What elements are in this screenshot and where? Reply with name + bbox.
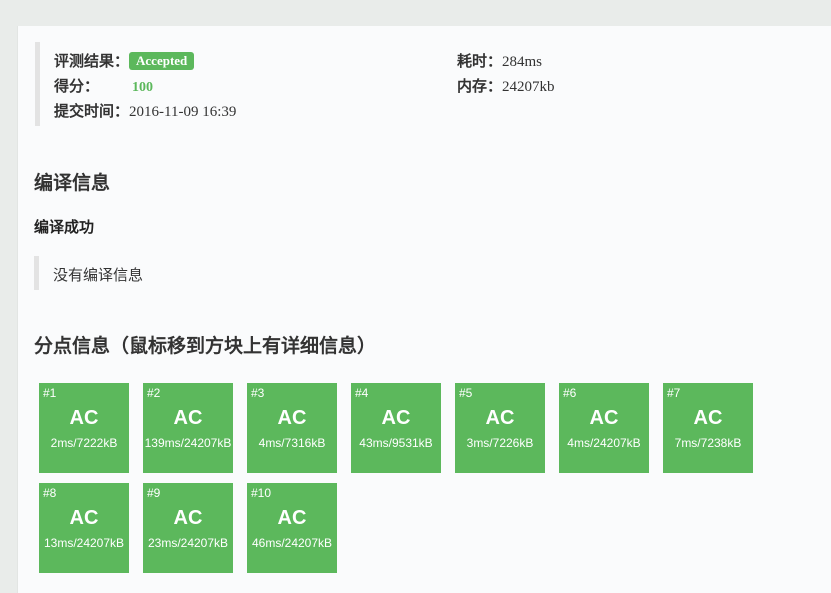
subtask-detail: 43ms/9531kB [359,436,433,450]
subtask-tile[interactable]: #3 AC 4ms/7316kB [247,383,337,473]
subtask-tile[interactable]: #7 AC 7ms/7238kB [663,383,753,473]
compile-message: 没有编译信息 [53,268,144,284]
result-label: 评测结果： [54,54,130,70]
subtask-result: AC [69,507,99,529]
subtasks-heading: 分点信息（鼠标移到方块上有详细信息） [34,336,377,357]
subtask-tile[interactable]: #6 AC 4ms/24207kB [559,383,649,473]
time-value: 284ms [502,54,543,70]
subtask-index: #5 [459,386,473,400]
subtask-grid: #1 AC 2ms/7222kB #2 AC 139ms/24207kB #3 AC 4ms/7… [39,383,779,583]
subtask-tile[interactable]: #5 AC 3ms/7226kB [455,383,545,473]
score-value: 100 [132,80,153,95]
subtask-tile[interactable]: #9 AC 23ms/24207kB [143,483,233,573]
submit-time-row: 提交时间：2016-11-09 16:39 [54,100,236,121]
subtask-result: AC [277,407,307,429]
compile-status: 编译成功 [34,220,95,236]
subtask-result: AC [381,407,411,429]
status-badge: Accepted [129,52,195,70]
memory-label: 内存： [457,79,503,95]
subtask-index: #6 [563,386,577,400]
time-row: 耗时：284ms [457,50,542,71]
subtask-detail: 3ms/7226kB [466,436,534,450]
compile-heading: 编译信息 [34,173,111,194]
subtask-index: #4 [355,386,369,400]
subtask-detail: 4ms/24207kB [567,436,641,450]
time-label: 耗时： [457,54,503,70]
submission-summary: 评测结果： Accepted 得分： 100 提交时间：2016-11-09 16:… [35,42,820,126]
result-row: 评测结果： Accepted [54,50,195,71]
subtask-result: AC [589,407,619,429]
subtask-tile[interactable]: #2 AC 139ms/24207kB [143,383,233,473]
subtask-index: #2 [147,386,161,400]
subtask-index: #10 [251,486,272,500]
memory-row: 内存：24207kb [457,75,555,96]
subtask-index: #9 [147,486,161,500]
subtask-detail: 7ms/7238kB [674,436,742,450]
subtask-result: AC [693,407,723,429]
score-label: 得分： [54,79,100,95]
subtask-index: #1 [43,386,57,400]
subtask-index: #3 [251,386,265,400]
subtask-result: AC [485,407,515,429]
subtask-detail: 46ms/24207kB [251,536,333,550]
subtask-index: #7 [667,386,681,400]
subtask-result: AC [173,407,203,429]
subtask-detail: 13ms/24207kB [43,536,125,550]
score-row: 得分： 100 [54,75,153,96]
submission-panel: 评测结果： Accepted 得分： 100 提交时间：2016-11-09 16:… [17,26,831,593]
subtask-result: AC [173,507,203,529]
subtask-result: AC [277,507,307,529]
subtask-tile[interactable]: #10 AC 46ms/24207kB [247,483,337,573]
subtask-result: AC [69,407,99,429]
subtask-tile[interactable]: #1 AC 2ms/7222kB [39,383,129,473]
compile-message-block: 没有编译信息 [34,256,739,290]
subtask-detail: 139ms/24207kB [144,436,232,450]
submit-time-value: 2016-11-09 16:39 [129,104,237,120]
subtask-detail: 2ms/7222kB [50,436,118,450]
subtask-index: #8 [43,486,57,500]
subtask-detail: 4ms/7316kB [258,436,326,450]
memory-value: 24207kb [502,79,555,95]
subtask-detail: 23ms/24207kB [147,536,229,550]
subtask-tile[interactable]: #4 AC 43ms/9531kB [351,383,441,473]
submit-time-label: 提交时间： [54,104,130,120]
subtask-tile[interactable]: #8 AC 13ms/24207kB [39,483,129,573]
